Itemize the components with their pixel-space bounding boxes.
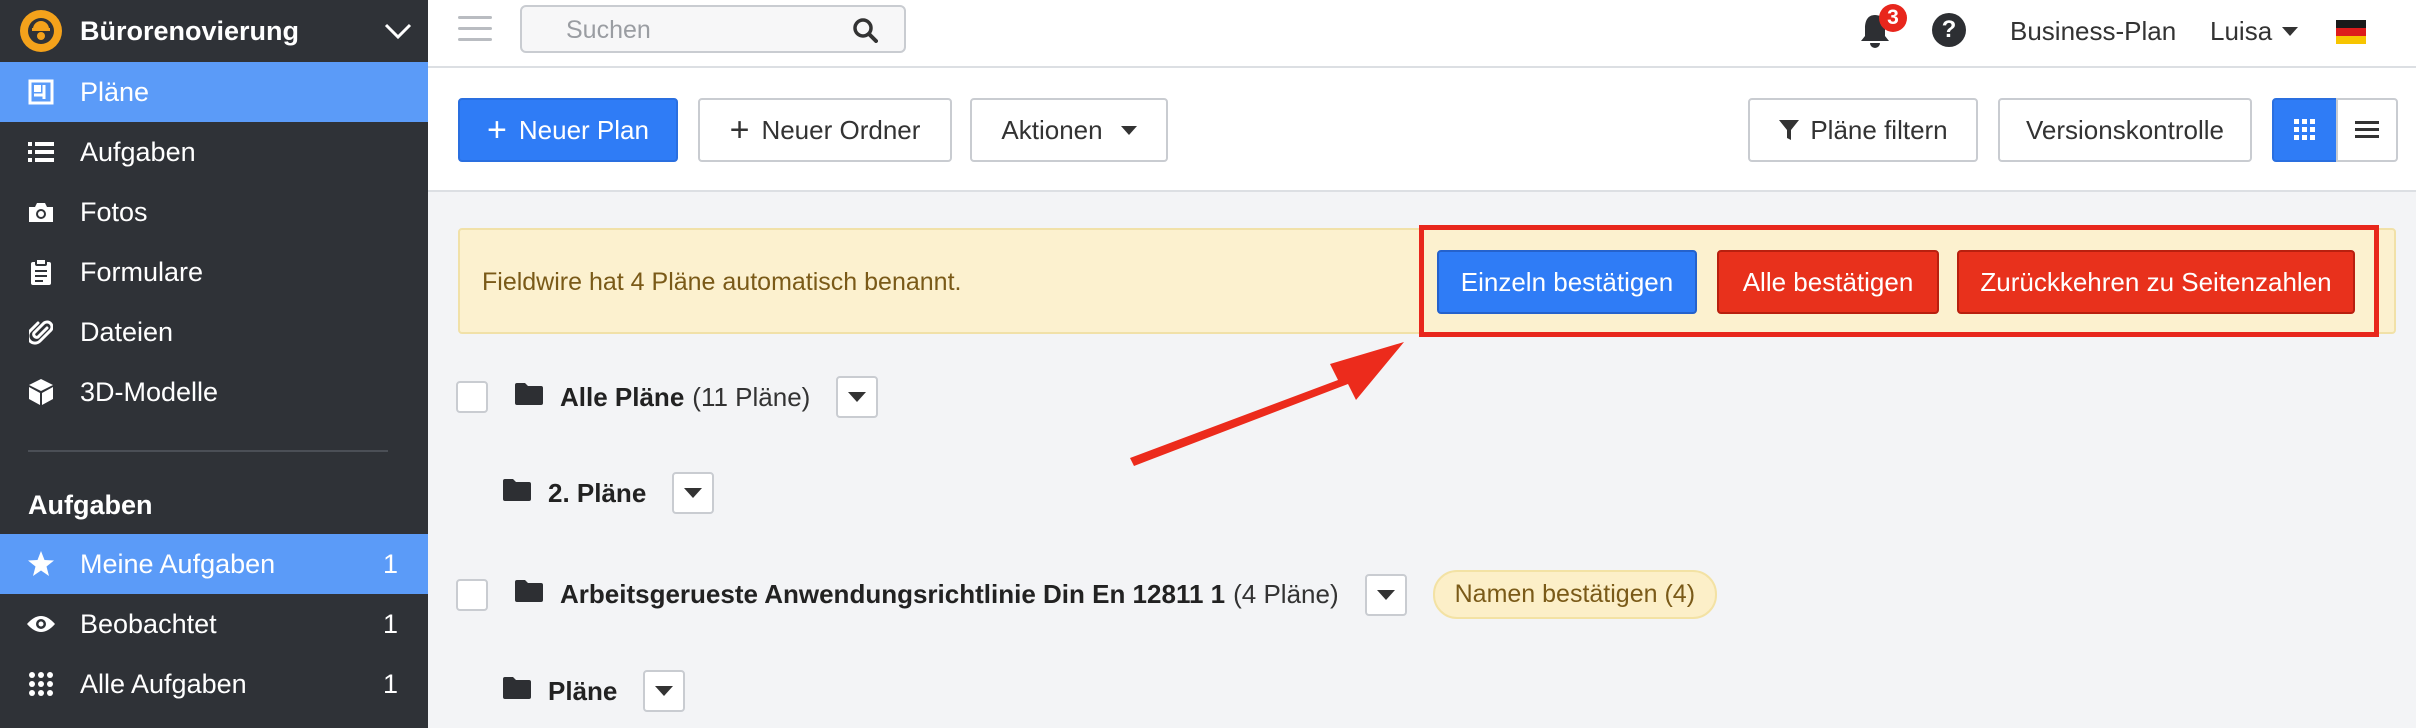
task-count: 1 bbox=[382, 548, 398, 579]
actions-label: Aktionen bbox=[1001, 114, 1103, 145]
top-bar: 3 ? Business-Plan Luisa bbox=[428, 0, 2416, 68]
confirm-names-badge[interactable]: Namen bestätigen (4) bbox=[1432, 570, 1718, 619]
sidebar-item-3d-models[interactable]: 3D-Modelle bbox=[0, 362, 428, 422]
folder-dropdown-button[interactable] bbox=[672, 472, 715, 514]
grid-dots-icon bbox=[26, 669, 56, 699]
plan-count: (4 Pläne) bbox=[1233, 579, 1339, 609]
plus-icon: + bbox=[729, 111, 750, 149]
german-flag-icon[interactable] bbox=[2336, 20, 2366, 44]
clipboard-icon bbox=[26, 257, 56, 287]
caret-down-icon bbox=[1120, 125, 1137, 135]
grid-view-button[interactable] bbox=[2272, 98, 2338, 162]
sidebar-item-watched[interactable]: Beobachtet 1 bbox=[0, 594, 428, 654]
caret-down-icon bbox=[684, 488, 703, 498]
sidebar-item-label: Beobachtet bbox=[80, 608, 217, 639]
folder-dropdown-button[interactable] bbox=[1364, 573, 1407, 616]
folder-name[interactable]: 2. Pläne bbox=[548, 478, 646, 509]
sidebar-divider bbox=[28, 450, 388, 452]
sidebar-item-my-tasks[interactable]: Meine Aufgaben 1 bbox=[0, 534, 428, 594]
filter-icon bbox=[1778, 118, 1800, 142]
filter-plans-label: Pläne filtern bbox=[1810, 114, 1948, 145]
search-box bbox=[520, 5, 906, 53]
sidebar-item-label: 3D-Modelle bbox=[80, 376, 219, 407]
paperclip-icon bbox=[26, 317, 56, 347]
sidebar: Bürorenovierung Pläne Aufgaben Fotos For… bbox=[0, 0, 428, 728]
list-icon bbox=[2355, 121, 2379, 139]
sidebar-item-plans[interactable]: Pläne bbox=[0, 62, 428, 122]
folder-name[interactable]: Alle Pläne bbox=[560, 382, 684, 413]
highlight-box bbox=[1419, 225, 2379, 337]
caret-down-icon bbox=[848, 392, 867, 402]
sidebar-item-label: Fotos bbox=[80, 196, 148, 227]
plans-toolbar: + Neuer Plan + Neuer Ordner Aktionen Pläne… bbox=[428, 68, 2416, 192]
actions-button[interactable]: Aktionen bbox=[970, 98, 1168, 162]
search-icon[interactable] bbox=[852, 17, 878, 48]
version-control-button[interactable]: Versionskontrolle bbox=[1998, 98, 2252, 162]
sidebar-item-files[interactable]: Dateien bbox=[0, 302, 428, 362]
star-icon bbox=[26, 549, 56, 579]
folder-icon bbox=[514, 579, 544, 610]
sidebar-item-label: Alle Aufgaben bbox=[80, 668, 247, 699]
sidebar-item-label: Dateien bbox=[80, 316, 174, 347]
caret-down-icon bbox=[655, 686, 674, 696]
new-folder-label: Neuer Ordner bbox=[761, 114, 921, 145]
caret-down-icon bbox=[1376, 589, 1395, 600]
sidebar-item-forms[interactable]: Formulare bbox=[0, 242, 428, 302]
task-count: 1 bbox=[382, 668, 398, 699]
folder-name[interactable]: Arbeitsgerueste Anwendungsrichtlinie Din… bbox=[560, 579, 1225, 610]
new-folder-button[interactable]: + Neuer Ordner bbox=[698, 98, 952, 162]
version-control-label: Versionskontrolle bbox=[2026, 114, 2224, 145]
folder-dropdown-button[interactable] bbox=[643, 670, 686, 712]
user-name: Luisa bbox=[2210, 16, 2273, 46]
select-checkbox[interactable] bbox=[456, 381, 488, 413]
select-checkbox[interactable] bbox=[456, 578, 488, 611]
folder-icon bbox=[502, 478, 532, 509]
help-icon[interactable]: ? bbox=[1932, 13, 1966, 47]
project-header[interactable]: Bürorenovierung bbox=[0, 0, 428, 62]
notification-badge: 3 bbox=[1879, 4, 1907, 32]
folder-row-plans: Pläne bbox=[502, 670, 686, 712]
grid-icon bbox=[2294, 119, 2316, 141]
chevron-down-icon[interactable] bbox=[368, 22, 428, 40]
eye-icon bbox=[26, 609, 56, 639]
plus-icon: + bbox=[487, 111, 507, 149]
camera-icon bbox=[26, 197, 56, 227]
sidebar-item-label: Pläne bbox=[80, 76, 150, 107]
plans-icon bbox=[26, 77, 56, 107]
list-view-button[interactable] bbox=[2336, 98, 2398, 162]
sidebar-item-photos[interactable]: Fotos bbox=[0, 182, 428, 242]
new-plan-label: Neuer Plan bbox=[518, 114, 649, 145]
hamburger-icon[interactable] bbox=[458, 16, 492, 42]
folder-dropdown-button[interactable] bbox=[836, 376, 879, 418]
banner-message: Fieldwire hat 4 Pläne automatisch benann… bbox=[482, 268, 962, 296]
folder-row-all-plans: Alle Pläne (11 Pläne) bbox=[456, 376, 879, 418]
sidebar-item-label: Formulare bbox=[80, 256, 204, 287]
folder-name[interactable]: Pläne bbox=[548, 676, 617, 707]
task-count: 1 bbox=[382, 608, 398, 639]
sidebar-item-all-tasks[interactable]: Alle Aufgaben 1 bbox=[0, 654, 428, 714]
business-plan-link[interactable]: Business-Plan bbox=[2010, 16, 2176, 47]
folder-icon bbox=[502, 676, 532, 707]
list-icon bbox=[26, 137, 56, 167]
plan-count: (11 Pläne) bbox=[692, 381, 811, 412]
sidebar-item-label: Aufgaben bbox=[80, 136, 196, 167]
cube-icon bbox=[26, 377, 56, 407]
search-input[interactable] bbox=[566, 16, 846, 45]
sidebar-section-title: Aufgaben bbox=[28, 489, 153, 520]
filter-plans-button[interactable]: Pläne filtern bbox=[1748, 98, 1978, 162]
folder-row-2-plans: 2. Pläne bbox=[502, 472, 715, 514]
caret-down-icon bbox=[2282, 27, 2299, 36]
project-name: Bürorenovierung bbox=[80, 15, 300, 46]
folder-icon bbox=[514, 382, 544, 413]
sidebar-item-label: Meine Aufgaben bbox=[80, 548, 276, 579]
new-plan-button[interactable]: + Neuer Plan bbox=[458, 98, 678, 162]
folder-row-arbeitsgerueste: Arbeitsgerueste Anwendungsrichtlinie Din… bbox=[456, 570, 1718, 619]
project-logo-icon bbox=[20, 10, 62, 52]
sidebar-item-tasks[interactable]: Aufgaben bbox=[0, 122, 428, 182]
user-menu[interactable]: Luisa bbox=[2210, 16, 2299, 47]
